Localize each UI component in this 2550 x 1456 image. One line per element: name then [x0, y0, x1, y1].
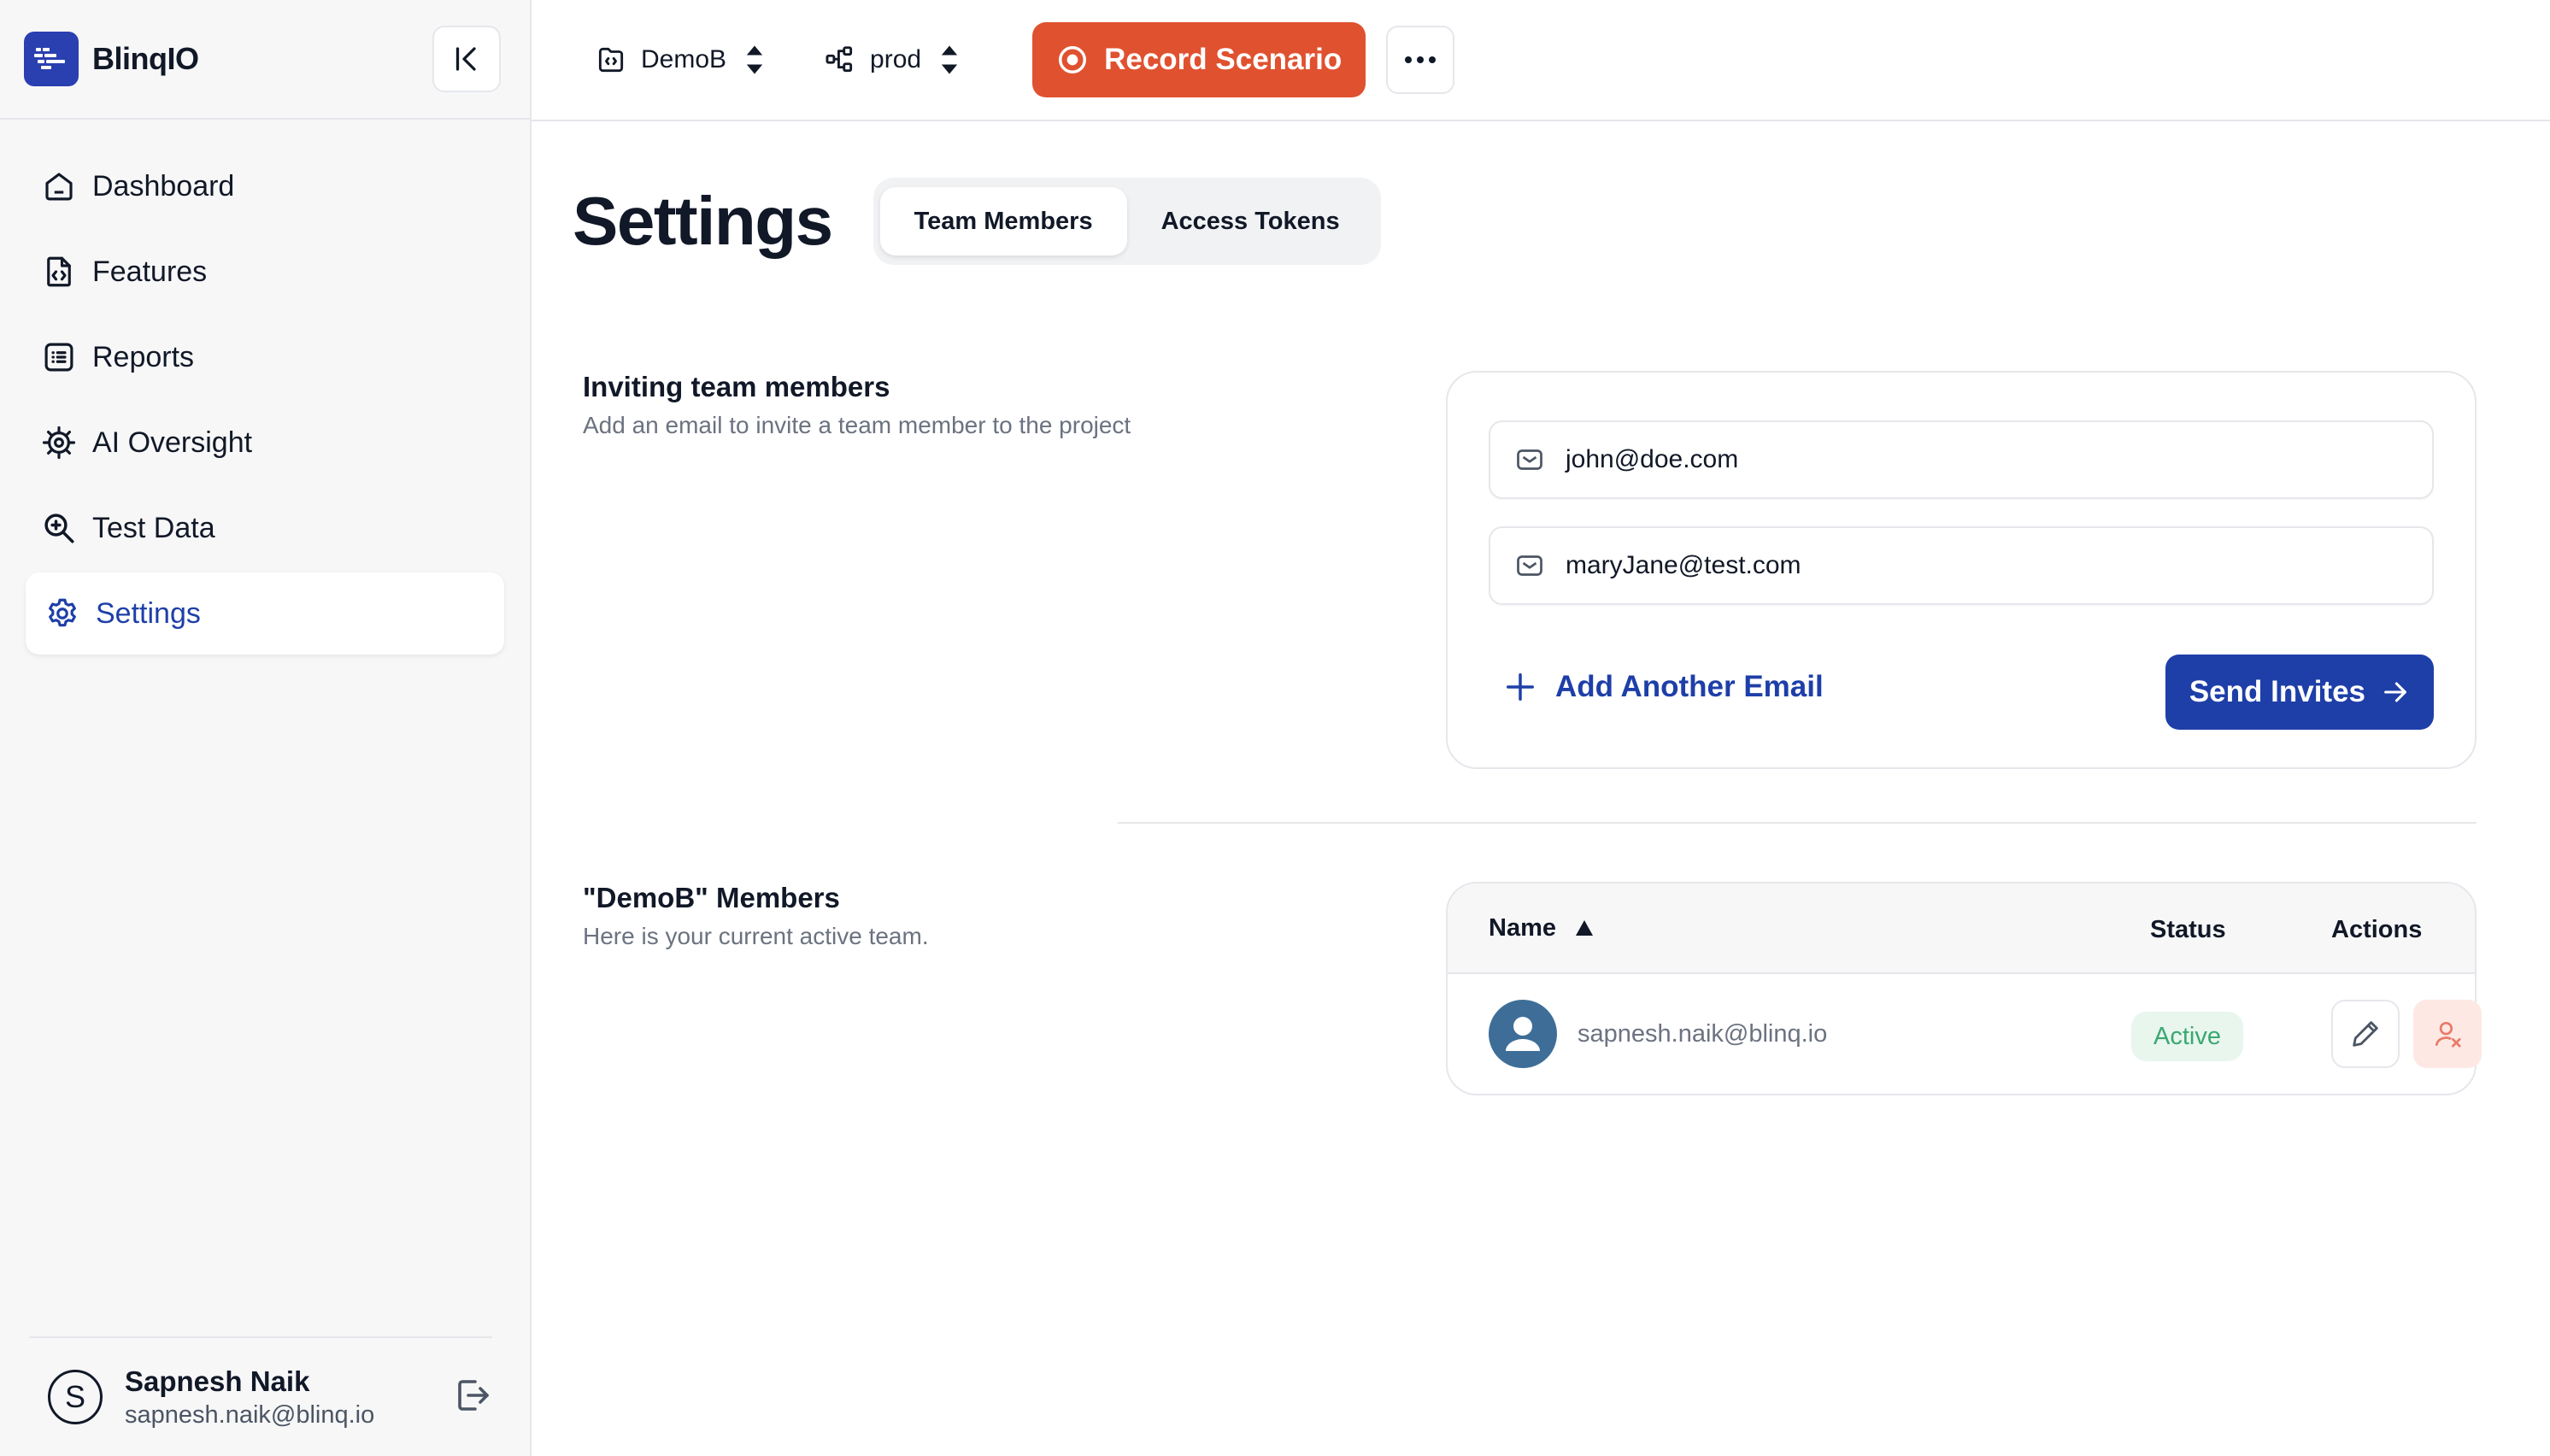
column-name-label: Name	[1489, 913, 1556, 942]
avatar	[1489, 1000, 1557, 1068]
email-field[interactable]: john@doe.com	[1489, 420, 2434, 499]
invite-section: Inviting team members Add an email to in…	[583, 371, 2477, 769]
main-content: DemoB prod Record Scenario Settings Team…	[532, 0, 2550, 1456]
avatar: S	[48, 1370, 103, 1424]
add-another-email-button[interactable]: Add Another Email	[1504, 670, 1824, 704]
chip-icon	[42, 426, 76, 460]
add-another-email-label: Add Another Email	[1555, 670, 1824, 703]
sidebar-item-test-data[interactable]: Test Data	[26, 487, 504, 569]
arrow-right-icon	[2384, 682, 2406, 702]
email-value: john@doe.com	[1566, 445, 1739, 473]
column-status-header: Status	[2150, 916, 2226, 943]
mail-icon	[1517, 449, 1542, 470]
list-icon	[44, 343, 73, 372]
plus-icon	[1507, 673, 1534, 701]
sidebar-item-label: Dashboard	[92, 169, 235, 203]
table-row: sapnesh.naik@blinq.io Active	[1448, 974, 2482, 1095]
email-field[interactable]: maryJane@test.com	[1489, 526, 2434, 605]
blinqio-logo-icon	[24, 32, 79, 86]
page-header: Settings Team Members Access Tokens	[532, 121, 2550, 265]
sidebar-item-dashboard[interactable]: Dashboard	[26, 145, 504, 227]
invite-card: john@doe.com maryJane@test.com Add Anoth…	[1446, 371, 2477, 769]
brand-name: BlinqIO	[92, 41, 199, 76]
remove-user-icon	[2435, 1021, 2461, 1048]
home-icon	[45, 173, 73, 201]
user-name: Sapnesh Naik	[125, 1365, 310, 1397]
mail-icon	[1517, 555, 1542, 576]
project-selector[interactable]: DemoB	[595, 44, 764, 76]
app-window: BlinqIO Dashboard Features Reports AI Ov…	[0, 0, 2550, 1456]
sidebar-item-settings[interactable]: Settings	[26, 572, 504, 655]
logout-button[interactable]	[451, 1375, 492, 1420]
table-header: Name Status Actions	[1448, 884, 2475, 974]
sidebar-item-features[interactable]: Features	[26, 231, 504, 313]
user-icon	[1506, 1017, 1540, 1051]
gear-icon	[49, 598, 76, 627]
member-email: sapnesh.naik@blinq.io	[1578, 1020, 1828, 1048]
sidebar: BlinqIO Dashboard Features Reports AI Ov…	[0, 0, 532, 1456]
environment-selector[interactable]: prod	[824, 44, 959, 76]
record-scenario-label: Record Scenario	[1104, 43, 1343, 76]
file-code-icon	[47, 256, 71, 287]
send-invites-button[interactable]: Send Invites	[2165, 655, 2434, 730]
tab-team-members[interactable]: Team Members	[879, 187, 1127, 255]
chevron-updown-icon	[941, 45, 958, 74]
pencil-icon	[2353, 1021, 2378, 1047]
project-icon	[598, 47, 624, 73]
members-section: "DemoB" Members Here is your current act…	[583, 882, 2482, 1095]
sidebar-nav: Dashboard Features Reports AI Oversight …	[0, 120, 530, 655]
chevron-updown-icon	[746, 45, 763, 74]
send-invites-label: Send Invites	[2189, 675, 2365, 708]
environment-name: prod	[870, 45, 922, 73]
sidebar-item-label: Features	[92, 255, 208, 288]
branch-icon	[826, 46, 853, 73]
column-name-header[interactable]: Name	[1489, 914, 1594, 942]
record-icon	[1059, 46, 1087, 73]
record-scenario-button[interactable]: Record Scenario	[1032, 22, 1366, 97]
remove-member-button[interactable]	[2413, 1000, 2482, 1068]
column-actions-header: Actions	[2331, 916, 2423, 943]
page-title: Settings	[573, 183, 833, 259]
sidebar-item-label: AI Oversight	[92, 426, 253, 459]
collapse-left-icon	[455, 47, 476, 71]
collapse-sidebar-button[interactable]	[432, 26, 501, 92]
sort-ascending-icon	[1576, 920, 1593, 936]
email-value: maryJane@test.com	[1566, 551, 1801, 579]
sidebar-header: BlinqIO	[0, 0, 530, 120]
members-table: Name Status Actions sapnesh.naik@blinq.i…	[1446, 882, 2482, 1095]
sidebar-item-ai-oversight[interactable]: AI Oversight	[26, 402, 504, 484]
tab-access-tokens[interactable]: Access Tokens	[1127, 187, 1374, 255]
user-info: Sapnesh Naik sapnesh.naik@blinq.io	[125, 1365, 374, 1430]
settings-tabs: Team Members Access Tokens	[873, 178, 1381, 265]
sidebar-item-reports[interactable]: Reports	[26, 316, 504, 398]
more-horizontal-icon	[1405, 56, 1437, 63]
user-profile: S Sapnesh Naik sapnesh.naik@blinq.io	[29, 1336, 492, 1456]
project-name: DemoB	[641, 45, 727, 73]
sidebar-item-label: Settings	[96, 596, 201, 630]
search-data-icon	[44, 514, 74, 543]
section-divider	[1118, 822, 2477, 824]
top-bar: DemoB prod Record Scenario	[532, 0, 2550, 121]
sidebar-item-label: Test Data	[92, 511, 215, 544]
more-options-button[interactable]	[1386, 26, 1455, 94]
sidebar-item-label: Reports	[92, 340, 195, 373]
user-email: sapnesh.naik@blinq.io	[125, 1400, 375, 1429]
status-badge: Active	[2131, 1012, 2243, 1061]
logout-icon	[458, 1379, 489, 1411]
edit-member-button[interactable]	[2331, 1000, 2400, 1068]
